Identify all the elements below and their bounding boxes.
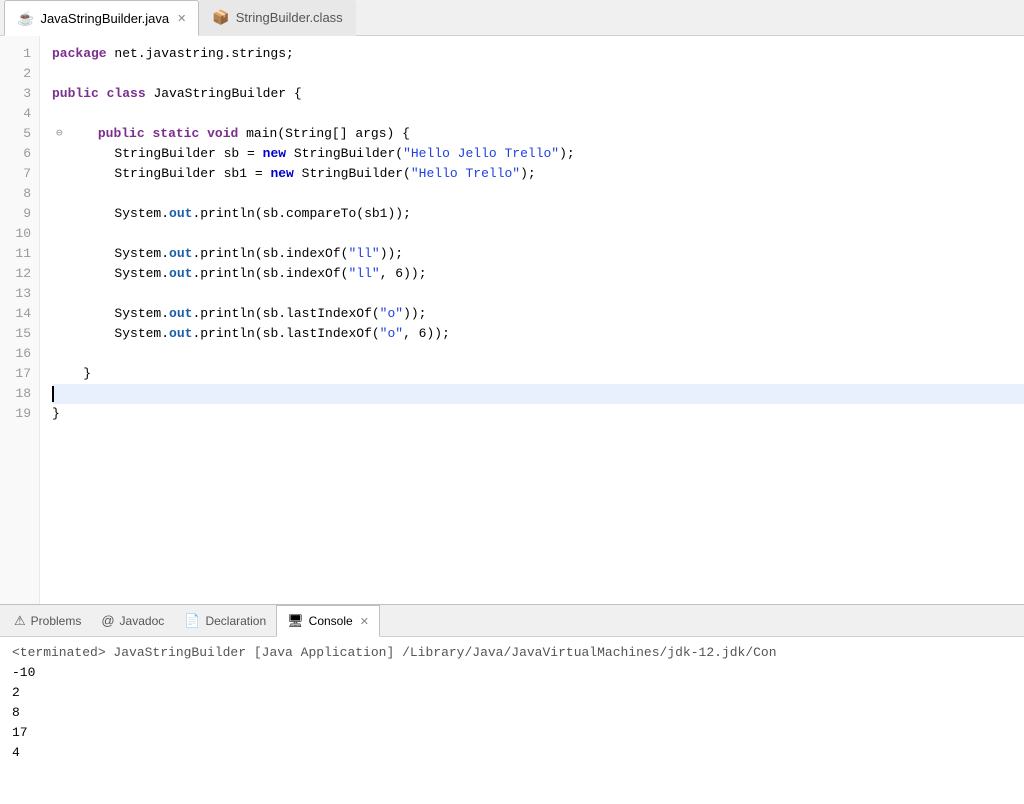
tab-java-close[interactable]: ✕ [177, 12, 186, 25]
code-line-11: System. out .println(sb.indexOf( "ll" ))… [52, 244, 1024, 264]
console-output-area: <terminated> JavaStringBuilder [Java App… [0, 637, 1024, 804]
code-line-6: StringBuilder sb = new StringBuilder( "H… [52, 144, 1024, 164]
console-val-3: 8 [12, 703, 20, 723]
field-out-9: out [169, 204, 192, 224]
code-content[interactable]: package net.javastring.strings; public c… [40, 36, 1024, 604]
tab-console-label: Console [309, 614, 353, 628]
code-line-5: ⊖ public static void main(String[] args)… [52, 124, 1024, 144]
code-line-13 [52, 284, 1024, 304]
str-ll-12: "ll" [348, 264, 379, 284]
ln-12: 12 [15, 264, 31, 284]
code-line-18 [52, 384, 1024, 404]
str-ll-11: "ll" [348, 244, 379, 264]
code-line-3: public class JavaStringBuilder { [52, 84, 1024, 104]
ln-11: 11 [15, 244, 31, 264]
ln-6: 6 [23, 144, 31, 164]
kw-new-6: new [263, 144, 286, 164]
tab-problems-label: Problems [31, 614, 82, 628]
problems-icon: ⚠ [14, 613, 26, 629]
ln-17: 17 [15, 364, 31, 384]
code-line-19: } [52, 404, 1024, 424]
field-out-12: out [169, 264, 192, 284]
console-output-line-1: -10 [12, 663, 1012, 683]
str-o-15: "o" [380, 324, 403, 344]
code-line-10 [52, 224, 1024, 244]
tab-class[interactable]: 📦 StringBuilder.class [199, 0, 355, 36]
field-out-15: out [169, 324, 192, 344]
ln-18: 18 [15, 384, 31, 404]
ln-4: 4 [23, 104, 31, 124]
code-line-7: StringBuilder sb1 = new StringBuilder( "… [52, 164, 1024, 184]
ln-9: 9 [23, 204, 31, 224]
str-hello-jello: "Hello Jello Trello" [403, 144, 559, 164]
ln-13: 13 [15, 284, 31, 304]
tab-problems[interactable]: ⚠ Problems [4, 605, 91, 637]
kw-public-5: public [98, 124, 145, 144]
field-out-14: out [169, 304, 192, 324]
ln-7: 7 [23, 164, 31, 184]
code-line-17: } [52, 364, 1024, 384]
console-val-5: 4 [12, 743, 20, 763]
ln-14: 14 [15, 304, 31, 324]
code-line-15: System. out .println(sb.lastIndexOf( "o"… [52, 324, 1024, 344]
editor-area[interactable]: 1 2 3 4 5 6 7 8 9 10 11 12 13 14 15 16 1… [0, 36, 1024, 604]
ln-15: 15 [15, 324, 31, 344]
ln-3: 3 [23, 84, 31, 104]
ln-1: 1 [23, 44, 31, 64]
ide-container: ☕ JavaStringBuilder.java ✕ 📦 StringBuild… [0, 0, 1024, 804]
tab-declaration-label: Declaration [205, 614, 266, 628]
code-line-1: package net.javastring.strings; [52, 44, 1024, 64]
tab-console[interactable]: 🖥 Console ✕ [276, 605, 380, 637]
console-output-line-2: 2 [12, 683, 1012, 703]
text-cursor [52, 386, 54, 402]
ln-16: 16 [15, 344, 31, 364]
ln-8: 8 [23, 184, 31, 204]
javadoc-icon: @ [101, 613, 114, 628]
class-file-icon: 📦 [212, 9, 229, 26]
java-file-icon: ☕ [17, 10, 34, 27]
console-output-line-5: 4 [12, 743, 1012, 763]
bottom-panel: ⚠ Problems @ Javadoc 📄 Declaration 🖥 Con… [0, 604, 1024, 804]
tab-console-close[interactable]: ✕ [360, 615, 369, 628]
editor-tab-bar: ☕ JavaStringBuilder.java ✕ 📦 StringBuild… [0, 0, 1024, 36]
code-line-16 [52, 344, 1024, 364]
tab-class-label: StringBuilder.class [236, 10, 343, 25]
tab-javadoc[interactable]: @ Javadoc [91, 605, 174, 637]
ln-10: 10 [15, 224, 31, 244]
console-output-line-3: 8 [12, 703, 1012, 723]
kw-void: void [207, 124, 238, 144]
console-icon: 🖥 [287, 613, 304, 629]
tab-java[interactable]: ☕ JavaStringBuilder.java ✕ [4, 0, 199, 36]
tab-javadoc-label: Javadoc [120, 614, 165, 628]
declaration-icon: 📄 [184, 613, 200, 629]
code-line-2 [52, 64, 1024, 84]
ln-5: 5 [23, 124, 31, 144]
console-output-line-4: 17 [12, 723, 1012, 743]
ln-19: 19 [15, 404, 31, 424]
str-hello-trello: "Hello Trello" [411, 164, 520, 184]
field-out-11: out [169, 244, 192, 264]
kw-package: package [52, 44, 107, 64]
kw-class: class [107, 84, 146, 104]
console-val-2: 2 [12, 683, 20, 703]
tab-java-label: JavaStringBuilder.java [40, 11, 169, 26]
bottom-tab-bar: ⚠ Problems @ Javadoc 📄 Declaration 🖥 Con… [0, 605, 1024, 637]
console-terminated-text: <terminated> JavaStringBuilder [Java App… [12, 643, 777, 663]
fold-button-5[interactable]: ⊖ [56, 124, 63, 144]
console-val-1: -10 [12, 663, 35, 683]
code-line-9: System. out .println(sb.compareTo(sb1)); [52, 204, 1024, 224]
console-terminated-line: <terminated> JavaStringBuilder [Java App… [12, 643, 1012, 663]
code-line-12: System. out .println(sb.indexOf( "ll" , … [52, 264, 1024, 284]
kw-new-7: new [270, 164, 293, 184]
code-line-4 [52, 104, 1024, 124]
code-line-8 [52, 184, 1024, 204]
kw-public-3: public [52, 84, 99, 104]
tab-declaration[interactable]: 📄 Declaration [174, 605, 276, 637]
str-o-14: "o" [380, 304, 403, 324]
code-line-14: System. out .println(sb.lastIndexOf( "o"… [52, 304, 1024, 324]
console-val-4: 17 [12, 723, 28, 743]
line-numbers: 1 2 3 4 5 6 7 8 9 10 11 12 13 14 15 16 1… [0, 36, 40, 604]
ln-2: 2 [23, 64, 31, 84]
kw-static: static [152, 124, 199, 144]
